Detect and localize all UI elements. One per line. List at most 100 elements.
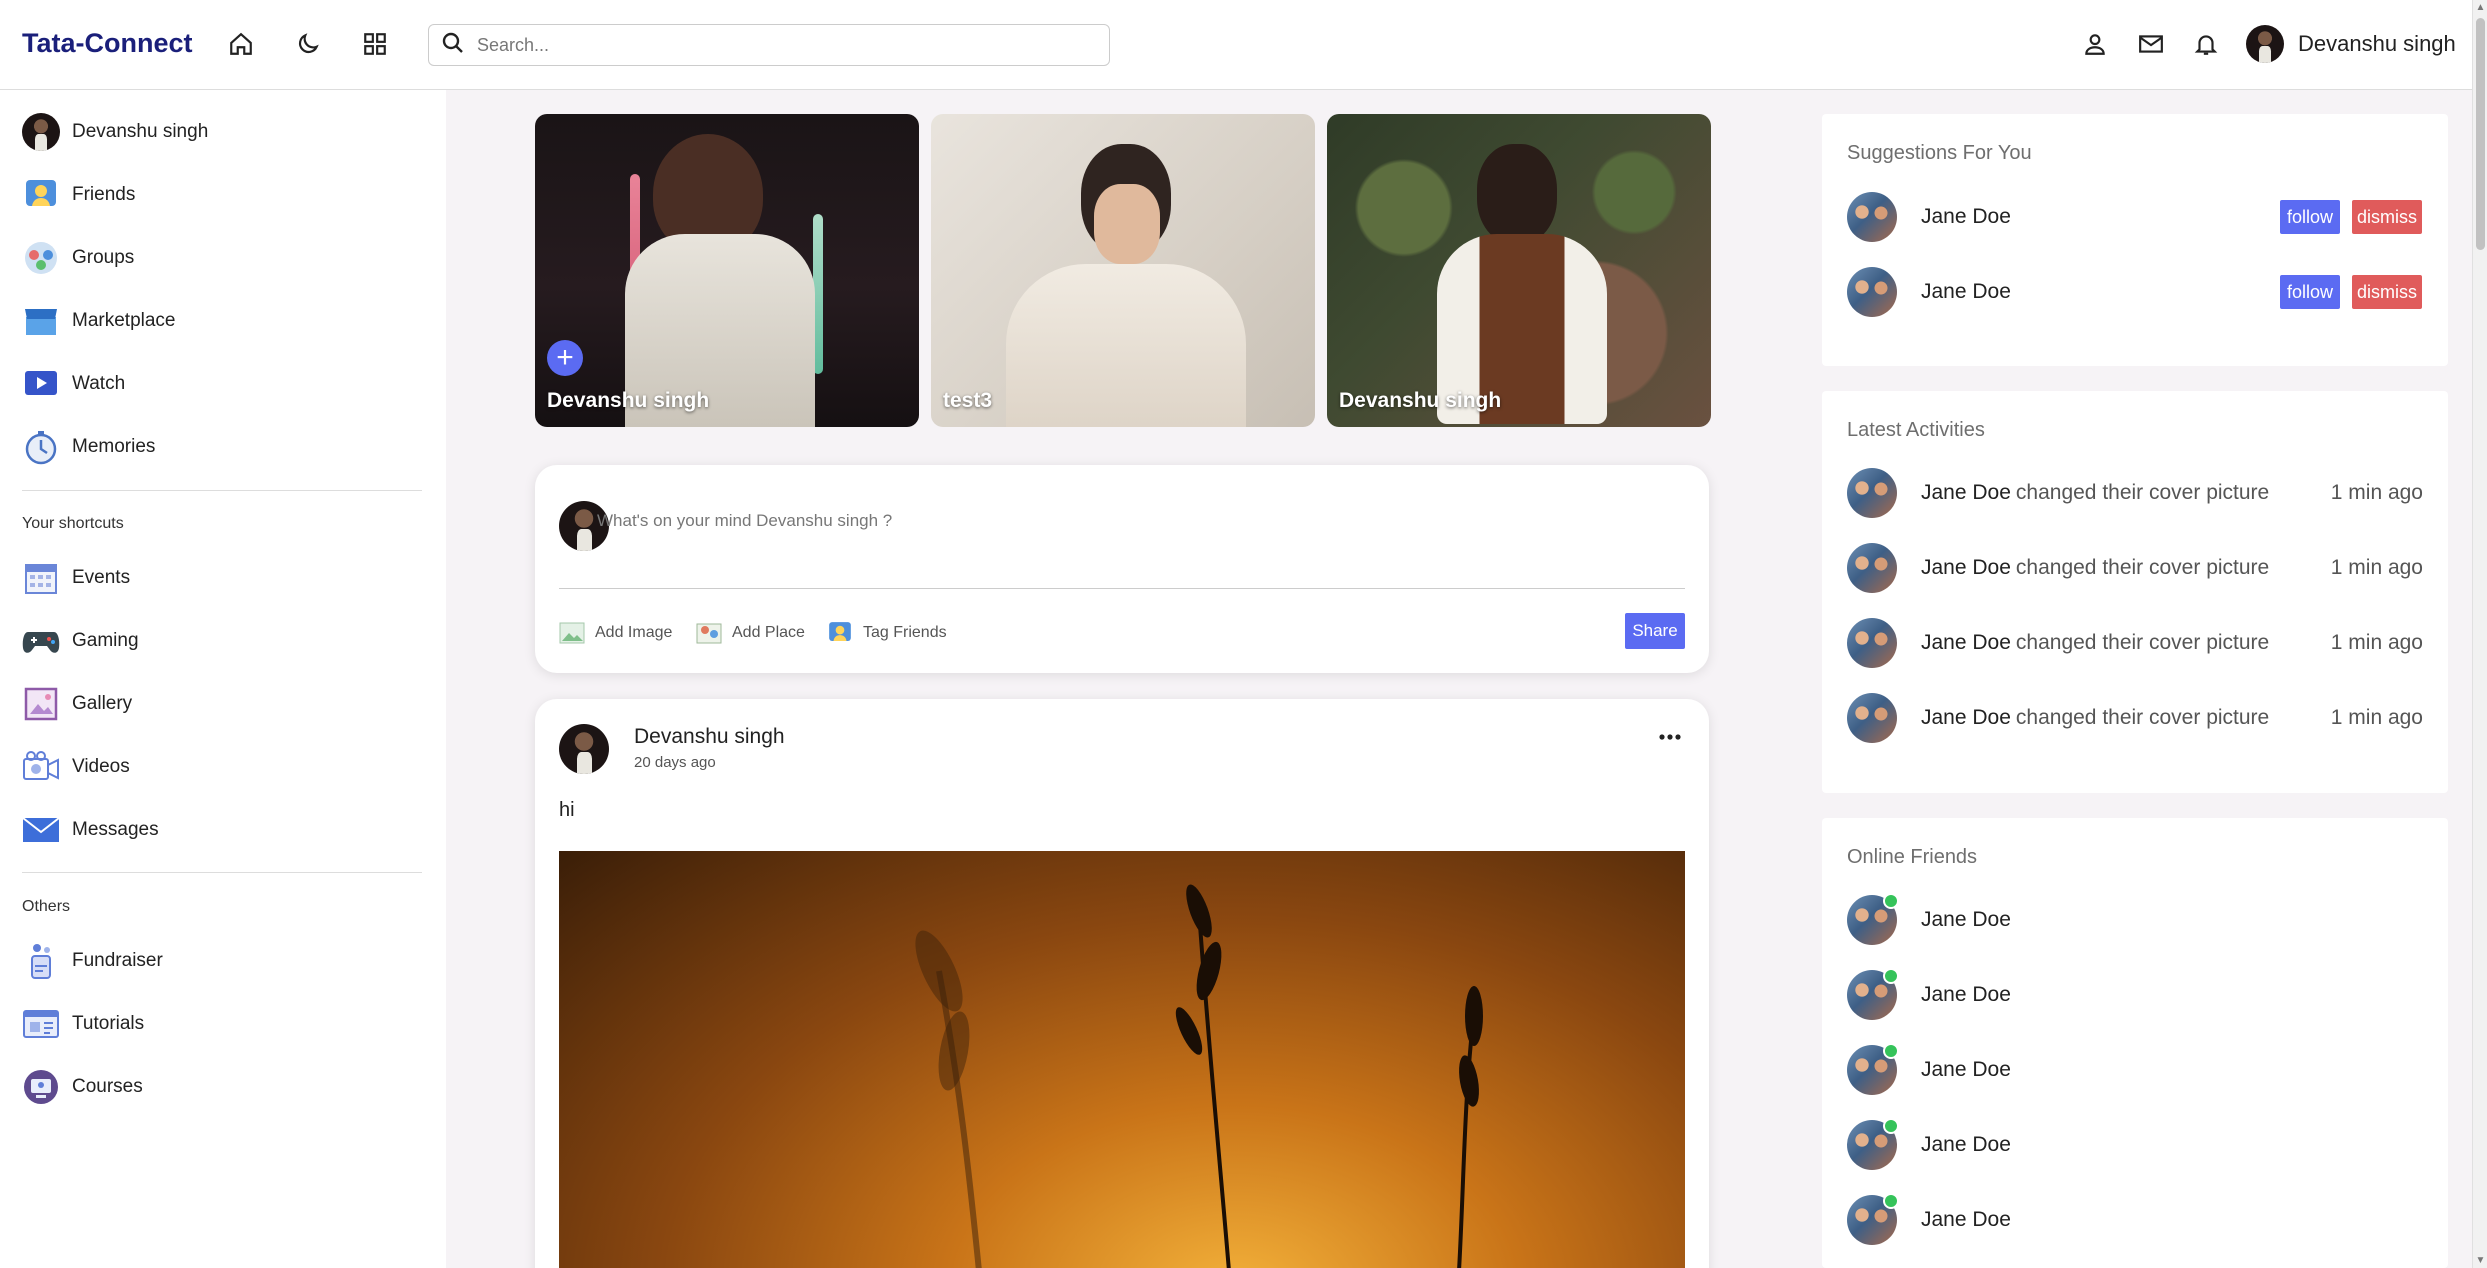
- story-card[interactable]: + Devanshu singh: [535, 114, 919, 427]
- share-button[interactable]: Share: [1625, 613, 1685, 649]
- sidebar-item-marketplace[interactable]: Marketplace: [22, 301, 176, 341]
- activity-user[interactable]: Jane Doe: [1921, 631, 2011, 655]
- scroll-thumb[interactable]: [2476, 18, 2485, 250]
- fundraiser-icon: [22, 942, 60, 980]
- avatar: [1847, 968, 1899, 1020]
- story-card[interactable]: Devanshu singh: [1327, 114, 1711, 427]
- search-bar[interactable]: [428, 24, 1110, 66]
- sidebar-item-label: Friends: [72, 184, 136, 205]
- dismiss-button[interactable]: dismiss: [2352, 275, 2422, 309]
- sidebar-item-tutorials[interactable]: Tutorials: [22, 1004, 144, 1044]
- activity-text: changed their cover picture: [2015, 631, 2270, 654]
- avatar: [559, 724, 609, 774]
- tag-friends-button[interactable]: Tag Friends: [827, 620, 947, 646]
- sidebar-item-label: Groups: [72, 247, 135, 268]
- bell-icon[interactable]: [2190, 28, 2222, 60]
- dismiss-button[interactable]: dismiss: [2352, 200, 2422, 234]
- activities-panel: Latest Activities Jane Doe changed their…: [1822, 391, 2448, 793]
- follow-button[interactable]: follow: [2280, 200, 2340, 234]
- sidebar-item-events[interactable]: Events: [22, 558, 130, 598]
- sidebar-item-label: Gallery: [72, 693, 133, 714]
- search-input[interactable]: [477, 34, 1077, 56]
- activity-user[interactable]: Jane Doe: [1921, 706, 2011, 730]
- story-image: [1094, 184, 1160, 264]
- person-icon[interactable]: [2079, 28, 2111, 60]
- activity-text: changed their cover picture: [2015, 556, 2270, 579]
- online-friend-item[interactable]: Jane Doe: [1847, 1193, 2011, 1245]
- avatar: [1847, 267, 1897, 317]
- user-menu[interactable]: Devanshu singh: [2246, 25, 2456, 63]
- add-story-button[interactable]: +: [547, 340, 583, 376]
- sidebar-item-label: Devanshu singh: [72, 121, 209, 142]
- scroll-down-icon[interactable]: ▼: [2473, 1253, 2487, 1268]
- sidebar-item-friends[interactable]: Friends: [22, 175, 135, 215]
- avatar: [1847, 618, 1897, 668]
- sidebar-item-profile[interactable]: Devanshu singh: [22, 112, 208, 152]
- avatar: [1847, 468, 1897, 518]
- online-status-icon: [1883, 893, 1899, 909]
- watch-icon: [22, 365, 60, 403]
- sidebar-item-gallery[interactable]: Gallery: [22, 684, 132, 724]
- activity-user[interactable]: Jane Doe: [1921, 481, 2011, 505]
- post-author[interactable]: Devanshu singh: [634, 725, 785, 749]
- divider: [559, 588, 1685, 589]
- add-place-button[interactable]: Add Place: [696, 620, 805, 646]
- sidebar-item-gaming[interactable]: Gaming: [22, 621, 139, 661]
- sidebar-item-label: Watch: [72, 373, 126, 394]
- online-friend-item[interactable]: Jane Doe: [1847, 968, 2011, 1020]
- sidebar-item-courses[interactable]: Courses: [22, 1067, 143, 1107]
- status-input[interactable]: [597, 511, 1157, 531]
- divider: [22, 872, 422, 873]
- avatar: [1847, 1118, 1899, 1170]
- add-place-label: Add Place: [732, 624, 805, 641]
- avatar: [1847, 893, 1899, 945]
- sidebar-item-messages[interactable]: Messages: [22, 810, 159, 850]
- app-logo[interactable]: Tata-Connect: [22, 28, 193, 59]
- online-friend-item[interactable]: Jane Doe: [1847, 1118, 2011, 1170]
- suggestions-panel: Suggestions For You Jane Doe follow dism…: [1822, 114, 2448, 366]
- page-scrollbar[interactable]: ▲ ▼: [2472, 0, 2487, 1268]
- suggestion-name[interactable]: Jane Doe: [1921, 205, 2011, 229]
- post-image[interactable]: [559, 851, 1685, 1268]
- sidebar-item-watch[interactable]: Watch: [22, 364, 125, 404]
- story-image: [1006, 264, 1246, 427]
- tutorials-icon: [22, 1005, 60, 1043]
- post-time: 20 days ago: [634, 754, 716, 771]
- grid-icon[interactable]: [359, 28, 391, 60]
- post-card: Devanshu singh 20 days ago hi: [535, 699, 1709, 1268]
- friends-icon: [22, 176, 60, 214]
- sidebar-item-label: Memories: [72, 436, 156, 457]
- home-icon[interactable]: [225, 28, 257, 60]
- more-options-icon[interactable]: [1654, 727, 1686, 747]
- sidebar-item-memories[interactable]: Memories: [22, 427, 155, 467]
- story-name: Devanshu singh: [1339, 389, 1502, 412]
- sidebar-item-videos[interactable]: Videos: [22, 747, 130, 787]
- story-card[interactable]: test3: [931, 114, 1315, 427]
- add-image-label: Add Image: [595, 624, 673, 641]
- videos-icon: [22, 748, 60, 786]
- activity-user[interactable]: Jane Doe: [1921, 556, 2011, 580]
- online-friends-panel: Online Friends Jane Doe Jane Doe Jane Do…: [1822, 818, 2448, 1268]
- story-image: [1477, 144, 1557, 244]
- sidebar-item-label: Videos: [72, 756, 130, 777]
- user-name: Devanshu singh: [2298, 31, 2456, 56]
- story-name: test3: [943, 389, 993, 412]
- panel-title: Online Friends: [1847, 846, 1978, 868]
- avatar: [1847, 1043, 1899, 1095]
- avatar: [22, 113, 60, 151]
- friend-name: Jane Doe: [1921, 1133, 2011, 1156]
- suggestion-name[interactable]: Jane Doe: [1921, 280, 2011, 304]
- online-friend-item[interactable]: Jane Doe: [1847, 893, 2011, 945]
- courses-icon: [22, 1068, 60, 1106]
- activity-item: Jane Doe changed their cover picture: [1847, 468, 2269, 518]
- follow-button[interactable]: follow: [2280, 275, 2340, 309]
- online-friend-item[interactable]: Jane Doe: [1847, 1043, 2011, 1095]
- sidebar-item-fundraiser[interactable]: Fundraiser: [22, 941, 163, 981]
- add-image-button[interactable]: Add Image: [559, 620, 672, 646]
- activity-time: 1 min ago: [2330, 706, 2423, 729]
- moon-icon[interactable]: [292, 28, 324, 60]
- section-heading: Others: [22, 898, 71, 915]
- scroll-up-icon[interactable]: ▲: [2473, 0, 2487, 15]
- sidebar-item-groups[interactable]: Groups: [22, 238, 134, 278]
- mail-icon[interactable]: [2135, 28, 2167, 60]
